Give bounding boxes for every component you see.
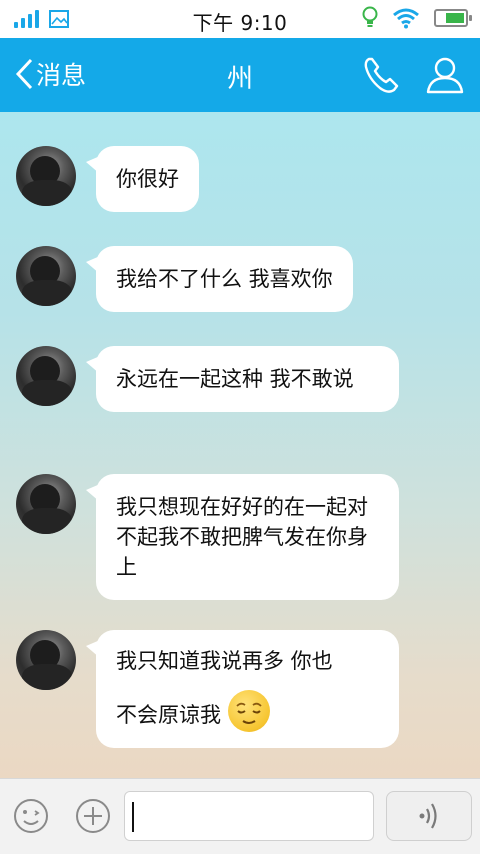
message-bubble[interactable]: 我只想现在好好的在一起对不起我不敢把脾气发在你身上: [86, 474, 399, 600]
chat-header: 消息 州: [0, 38, 480, 112]
profile-icon: [426, 57, 464, 94]
message-text: 我只想现在好好的在一起对不起我不敢把脾气发在你身上: [116, 495, 368, 579]
chat-title: 州: [226, 64, 253, 94]
status-bar: 下午 9:10: [0, 0, 480, 38]
avatar[interactable]: [16, 630, 76, 690]
message-row: 我只想现在好好的在一起对不起我不敢把脾气发在你身上: [16, 474, 399, 600]
message-text: 你很好: [116, 167, 179, 191]
message-text: 不会原谅我: [116, 703, 221, 727]
message-bubble[interactable]: 你很好: [86, 146, 199, 212]
avatar[interactable]: [16, 246, 76, 306]
status-right: [362, 6, 472, 30]
phone-button[interactable]: [360, 54, 402, 96]
message-text: 永远在一起这种 我不敢说: [116, 367, 354, 391]
bulb-icon: [362, 6, 378, 27]
message-row: 永远在一起这种 我不敢说: [16, 346, 399, 412]
avatar[interactable]: [16, 146, 76, 206]
plus-icon: [76, 799, 110, 833]
wifi-icon: [393, 8, 419, 29]
avatar[interactable]: [16, 474, 76, 534]
message-text: 我只知道我说再多 你也: [116, 649, 333, 673]
add-button[interactable]: [74, 797, 112, 835]
emoji-face-icon: [14, 799, 48, 833]
message-bubble[interactable]: 我只知道我说再多 你也 不会原谅我: [86, 630, 399, 748]
message-row: 你很好: [16, 146, 199, 212]
message-input[interactable]: [124, 791, 374, 841]
message-row: 我只知道我说再多 你也 不会原谅我: [16, 630, 399, 748]
chat-area[interactable]: 你很好 我给不了什么 我喜欢你 永远在一起这种 我不敢说 我只想现在好好的在一起…: [0, 112, 480, 778]
avatar[interactable]: [16, 346, 76, 406]
emoji-button[interactable]: [12, 797, 50, 835]
profile-button[interactable]: [424, 54, 466, 96]
battery-icon: [434, 9, 472, 27]
message-text: 我给不了什么 我喜欢你: [116, 267, 333, 291]
message-row: 我给不了什么 我喜欢你: [16, 246, 353, 312]
phone-icon: [364, 57, 399, 93]
relieved-face-emoji: [227, 690, 270, 732]
message-bubble[interactable]: 我给不了什么 我喜欢你: [86, 246, 353, 312]
voice-icon: [419, 803, 437, 829]
text-caret: [132, 802, 134, 832]
input-bar: [0, 778, 480, 854]
message-bubble[interactable]: 永远在一起这种 我不敢说: [86, 346, 399, 412]
voice-button[interactable]: [386, 791, 472, 841]
